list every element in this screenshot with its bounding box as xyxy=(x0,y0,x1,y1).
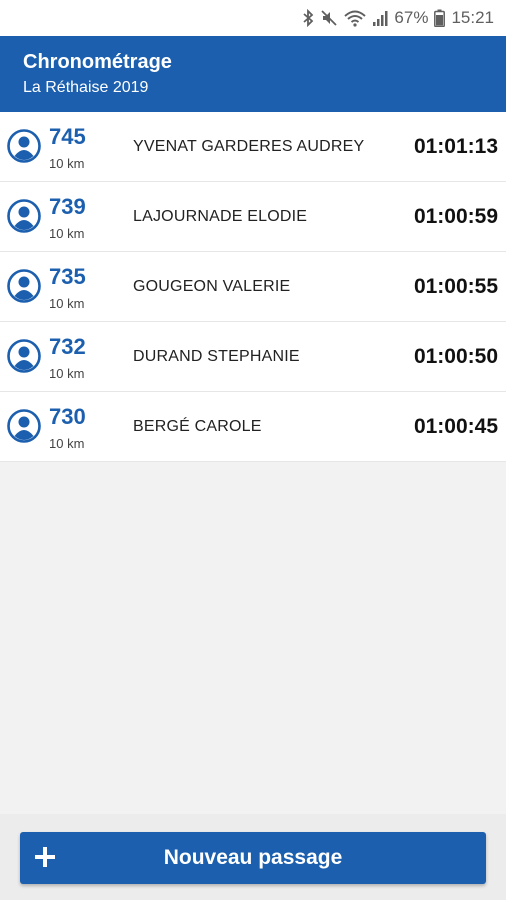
person-icon xyxy=(7,199,41,233)
distance: 10 km xyxy=(49,436,85,451)
finish-time: 01:01:13 xyxy=(413,135,498,158)
runner-list: 745 10 km YVENAT GARDERES AUDREY 01:01:1… xyxy=(0,112,506,462)
plus-icon xyxy=(34,844,56,870)
finish-time: 01:00:50 xyxy=(413,345,498,368)
runner-name: GOUGEON VALERIE xyxy=(133,278,291,295)
signal-icon xyxy=(372,9,388,27)
person-icon xyxy=(7,339,41,373)
mute-icon xyxy=(320,9,338,27)
wifi-icon xyxy=(344,9,367,27)
status-bar: 67% 15:21 xyxy=(0,0,506,36)
bluetooth-icon xyxy=(302,9,314,27)
distance: 10 km xyxy=(49,156,85,171)
finish-time: 01:00:55 xyxy=(413,275,498,298)
event-subtitle: La Réthaise 2019 xyxy=(23,79,149,96)
bib-number: 735 xyxy=(49,264,86,289)
battery-percent: 67% xyxy=(394,8,429,27)
person-icon xyxy=(7,409,41,443)
person-icon xyxy=(7,269,41,303)
app-bar: Chronométrage La Réthaise 2019 xyxy=(0,36,506,112)
new-passage-label: Nouveau passage xyxy=(163,846,343,869)
distance: 10 km xyxy=(49,296,85,311)
bib-number: 730 xyxy=(49,404,86,429)
runner-name: DURAND STEPHANIE xyxy=(133,348,300,365)
footer-bar: Nouveau passage xyxy=(0,814,506,900)
runner-name: LAJOURNADE ELODIE xyxy=(133,208,308,225)
bib-number: 739 xyxy=(49,194,86,219)
runner-name: BERGÉ CAROLE xyxy=(133,418,262,435)
finish-time: 01:00:45 xyxy=(413,415,498,438)
bib-number: 732 xyxy=(49,334,86,359)
list-item[interactable]: 735 10 km GOUGEON VALERIE 01:00:55 xyxy=(0,252,506,322)
person-icon xyxy=(7,129,41,163)
list-item[interactable]: 745 10 km YVENAT GARDERES AUDREY 01:01:1… xyxy=(0,112,506,182)
finish-time: 01:00:59 xyxy=(413,205,498,228)
list-item[interactable]: 739 10 km LAJOURNADE ELODIE 01:00:59 xyxy=(0,182,506,252)
new-passage-button[interactable]: Nouveau passage xyxy=(20,832,486,884)
list-item[interactable]: 732 10 km DURAND STEPHANIE 01:00:50 xyxy=(0,322,506,392)
app-title: Chronométrage xyxy=(23,51,172,73)
distance: 10 km xyxy=(49,366,85,381)
runner-name: YVENAT GARDERES AUDREY xyxy=(133,138,365,155)
bib-number: 745 xyxy=(49,124,86,149)
distance: 10 km xyxy=(49,226,85,241)
list-item[interactable]: 730 10 km BERGÉ CAROLE 01:00:45 xyxy=(0,392,506,462)
battery-icon xyxy=(434,9,446,27)
clock: 15:21 xyxy=(451,8,494,27)
